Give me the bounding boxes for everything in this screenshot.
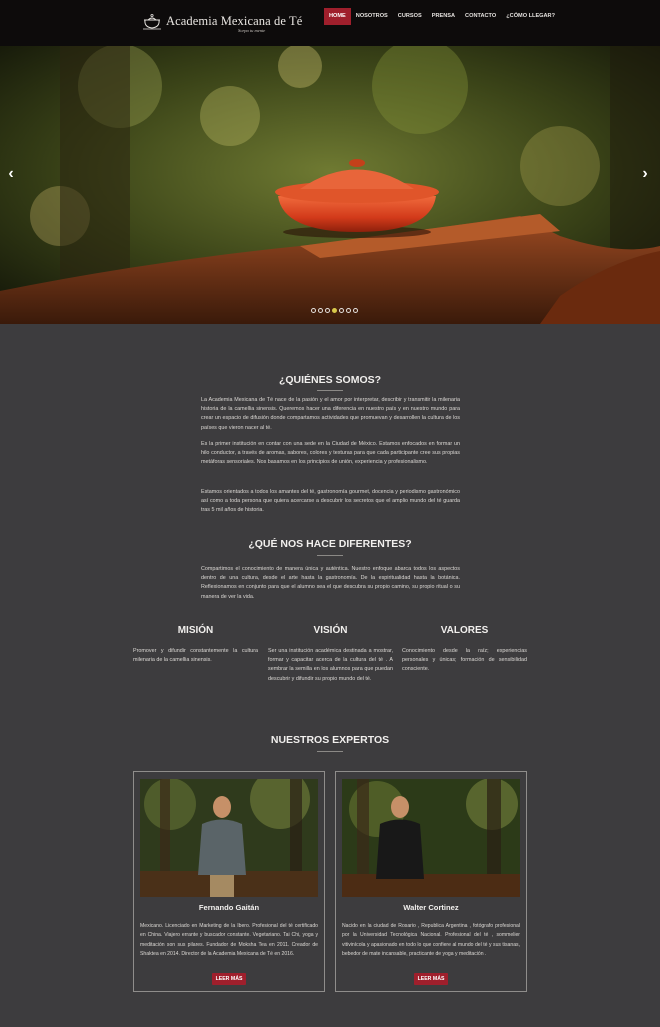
- quienes-paragraph-1: La Academia Mexicana de Té nace de la pa…: [201, 397, 460, 431]
- title-divider: [317, 555, 343, 556]
- expert-photo: [140, 779, 318, 897]
- expert-name: Walter Cortinez: [403, 903, 459, 912]
- nav-nosotros[interactable]: NOSOTROS: [351, 8, 393, 25]
- slider-dot[interactable]: [346, 308, 351, 313]
- expert-name: Fernando Gaitán: [198, 903, 260, 912]
- expert-card: Walter Cortinez Nacido en la ciudad de R…: [335, 771, 527, 992]
- nav-como-llegar[interactable]: ¿CÓMO LLEGAR?: [501, 8, 560, 25]
- quienes-paragraph-3: Estamos orientados a todos los amantes d…: [201, 489, 460, 514]
- expert-photo: [342, 779, 520, 897]
- chevron-right-icon[interactable]: ›: [638, 164, 652, 184]
- hero-slider: ‹ ›: [0, 46, 660, 324]
- slider-pagination: [311, 308, 358, 313]
- site-logo[interactable]: Academia Mexicana de Té Sorpa tu mente: [140, 10, 302, 36]
- main-nav: HOME NOSOTROS CURSOS PRENSA CONTACTO ¿CÓ…: [324, 8, 560, 25]
- chevron-left-icon[interactable]: ‹: [4, 164, 18, 184]
- slider-dot[interactable]: [339, 308, 344, 313]
- expert-bio: Nacido en la ciudad de Rosario , Republi…: [342, 923, 520, 957]
- diferentes-title: ¿QUÉ NOS HACE DIFERENTES?: [248, 538, 412, 550]
- brand-tagline: Sorpa tu mente: [238, 28, 266, 33]
- slider-dot-active[interactable]: [332, 308, 337, 313]
- quienes-paragraph-2: Es la primer institución en contar con u…: [201, 441, 460, 466]
- slider-dot[interactable]: [318, 308, 323, 313]
- title-divider: [317, 751, 343, 752]
- site-header: Academia Mexicana de Té Sorpa tu mente H…: [0, 0, 660, 46]
- teapot-logo-icon: [143, 14, 161, 30]
- title-divider: [317, 390, 343, 391]
- quienes-title: ¿QUIÉNES SOMOS?: [278, 374, 382, 386]
- mision-title: MISIÓN: [177, 625, 214, 636]
- expert-card: Fernando Gaitán Mexicano. Licenciado en …: [133, 771, 325, 992]
- vision-text: Ser una institución académica destinada …: [268, 648, 393, 682]
- slider-dot[interactable]: [311, 308, 316, 313]
- hero-image: [0, 46, 660, 324]
- slider-dot[interactable]: [353, 308, 358, 313]
- mision-text: Promover y difundir constantemente la cu…: [133, 648, 258, 664]
- brand-name: Academia Mexicana de Té: [166, 14, 303, 28]
- nav-contacto[interactable]: CONTACTO: [460, 8, 501, 25]
- valores-title: VALORES: [440, 625, 489, 636]
- experts-title: NUESTROS EXPERTOS: [270, 734, 390, 746]
- nav-cursos[interactable]: CURSOS: [393, 8, 427, 25]
- nav-home[interactable]: HOME: [324, 8, 351, 25]
- diferentes-paragraph: Compartimos el conocimiento de manera ún…: [201, 566, 460, 600]
- nav-prensa[interactable]: PRENSA: [427, 8, 460, 25]
- vision-title: VISIÓN: [313, 625, 348, 636]
- leer-mas-button[interactable]: LEER MÁS: [212, 973, 246, 985]
- leer-mas-button[interactable]: LEER MÁS: [414, 973, 448, 985]
- slider-dot[interactable]: [325, 308, 330, 313]
- expert-bio: Mexicano. Licenciado en Marketing de la …: [140, 923, 318, 957]
- valores-text: Conocimiento desde la raíz; experiencias…: [402, 648, 527, 673]
